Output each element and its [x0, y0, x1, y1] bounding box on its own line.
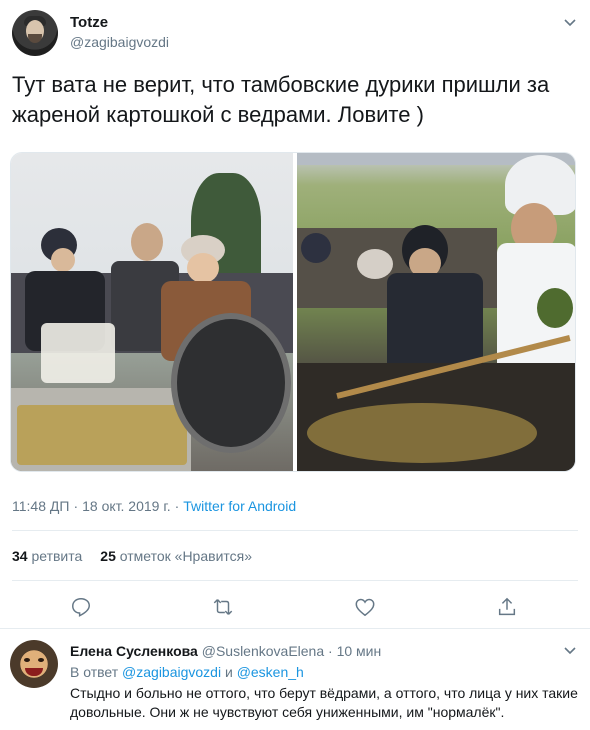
tweet-text: Тут вата не верит, что тамбовские дурики… [12, 72, 550, 127]
tweet-actions [0, 596, 590, 620]
likes-stat[interactable]: 25 отметок «Нравится» [100, 548, 252, 564]
photo-left[interactable] [11, 153, 293, 471]
reply-author-avatar[interactable] [10, 640, 58, 688]
divider [12, 530, 578, 531]
mention-link[interactable]: @esken_h [237, 664, 304, 680]
reply-author-handle[interactable]: @SuslenkovaElena [202, 643, 324, 659]
mention-link[interactable]: @zagibaigvozdi [122, 664, 221, 680]
author-avatar[interactable] [12, 10, 58, 56]
reply-author-name[interactable]: Елена Сусленкова [70, 643, 198, 659]
reply-icon[interactable] [70, 596, 92, 618]
reply-time[interactable]: 10 мин [337, 643, 382, 659]
tweet-timestamp[interactable]: 11:48 ДП · 18 окт. 2019 г. · Twitter for And… [12, 498, 296, 514]
tweet-time: 11:48 ДП [12, 498, 70, 514]
likes-count: 25 [100, 548, 116, 564]
reply-text: Стыдно и больно не оттого, что берут вёд… [70, 685, 578, 720]
tweet-date: 18 окт. 2019 г. [82, 498, 171, 514]
chevron-down-icon[interactable] [562, 642, 578, 658]
share-icon[interactable] [496, 596, 518, 618]
chevron-down-icon[interactable] [562, 14, 578, 30]
author-handle[interactable]: @zagibaigvozdi [70, 34, 169, 50]
replying-conjunction: и [224, 664, 233, 680]
retweets-label: ретвита [31, 548, 83, 564]
retweets-stat[interactable]: 34 ретвита [12, 548, 82, 564]
tweet: Totze @zagibaigvozdi Тут вата не верит, … [0, 0, 590, 620]
retweets-count: 34 [12, 548, 28, 564]
tweet-stats: 34 ретвита 25 отметок «Нравится» [12, 548, 252, 564]
author-name[interactable]: Totze [70, 14, 108, 31]
photo-right[interactable] [297, 153, 575, 471]
tweet-media[interactable] [10, 152, 576, 472]
replying-prefix: В ответ [70, 664, 119, 680]
replying-to: В ответ @zagibaigvozdi и @esken_h [70, 664, 304, 680]
likes-label: отметок «Нравится» [119, 548, 253, 564]
reply-tweet: Елена Сусленкова @SuslenkovaElena · 10 м… [0, 630, 590, 730]
reply-header: Елена Сусленкова @SuslenkovaElena · 10 м… [70, 643, 382, 659]
retweet-icon[interactable] [212, 596, 234, 618]
divider [12, 580, 578, 581]
divider [0, 628, 590, 629]
tweet-source-link[interactable]: Twitter for Android [183, 498, 296, 514]
like-icon[interactable] [354, 596, 376, 618]
